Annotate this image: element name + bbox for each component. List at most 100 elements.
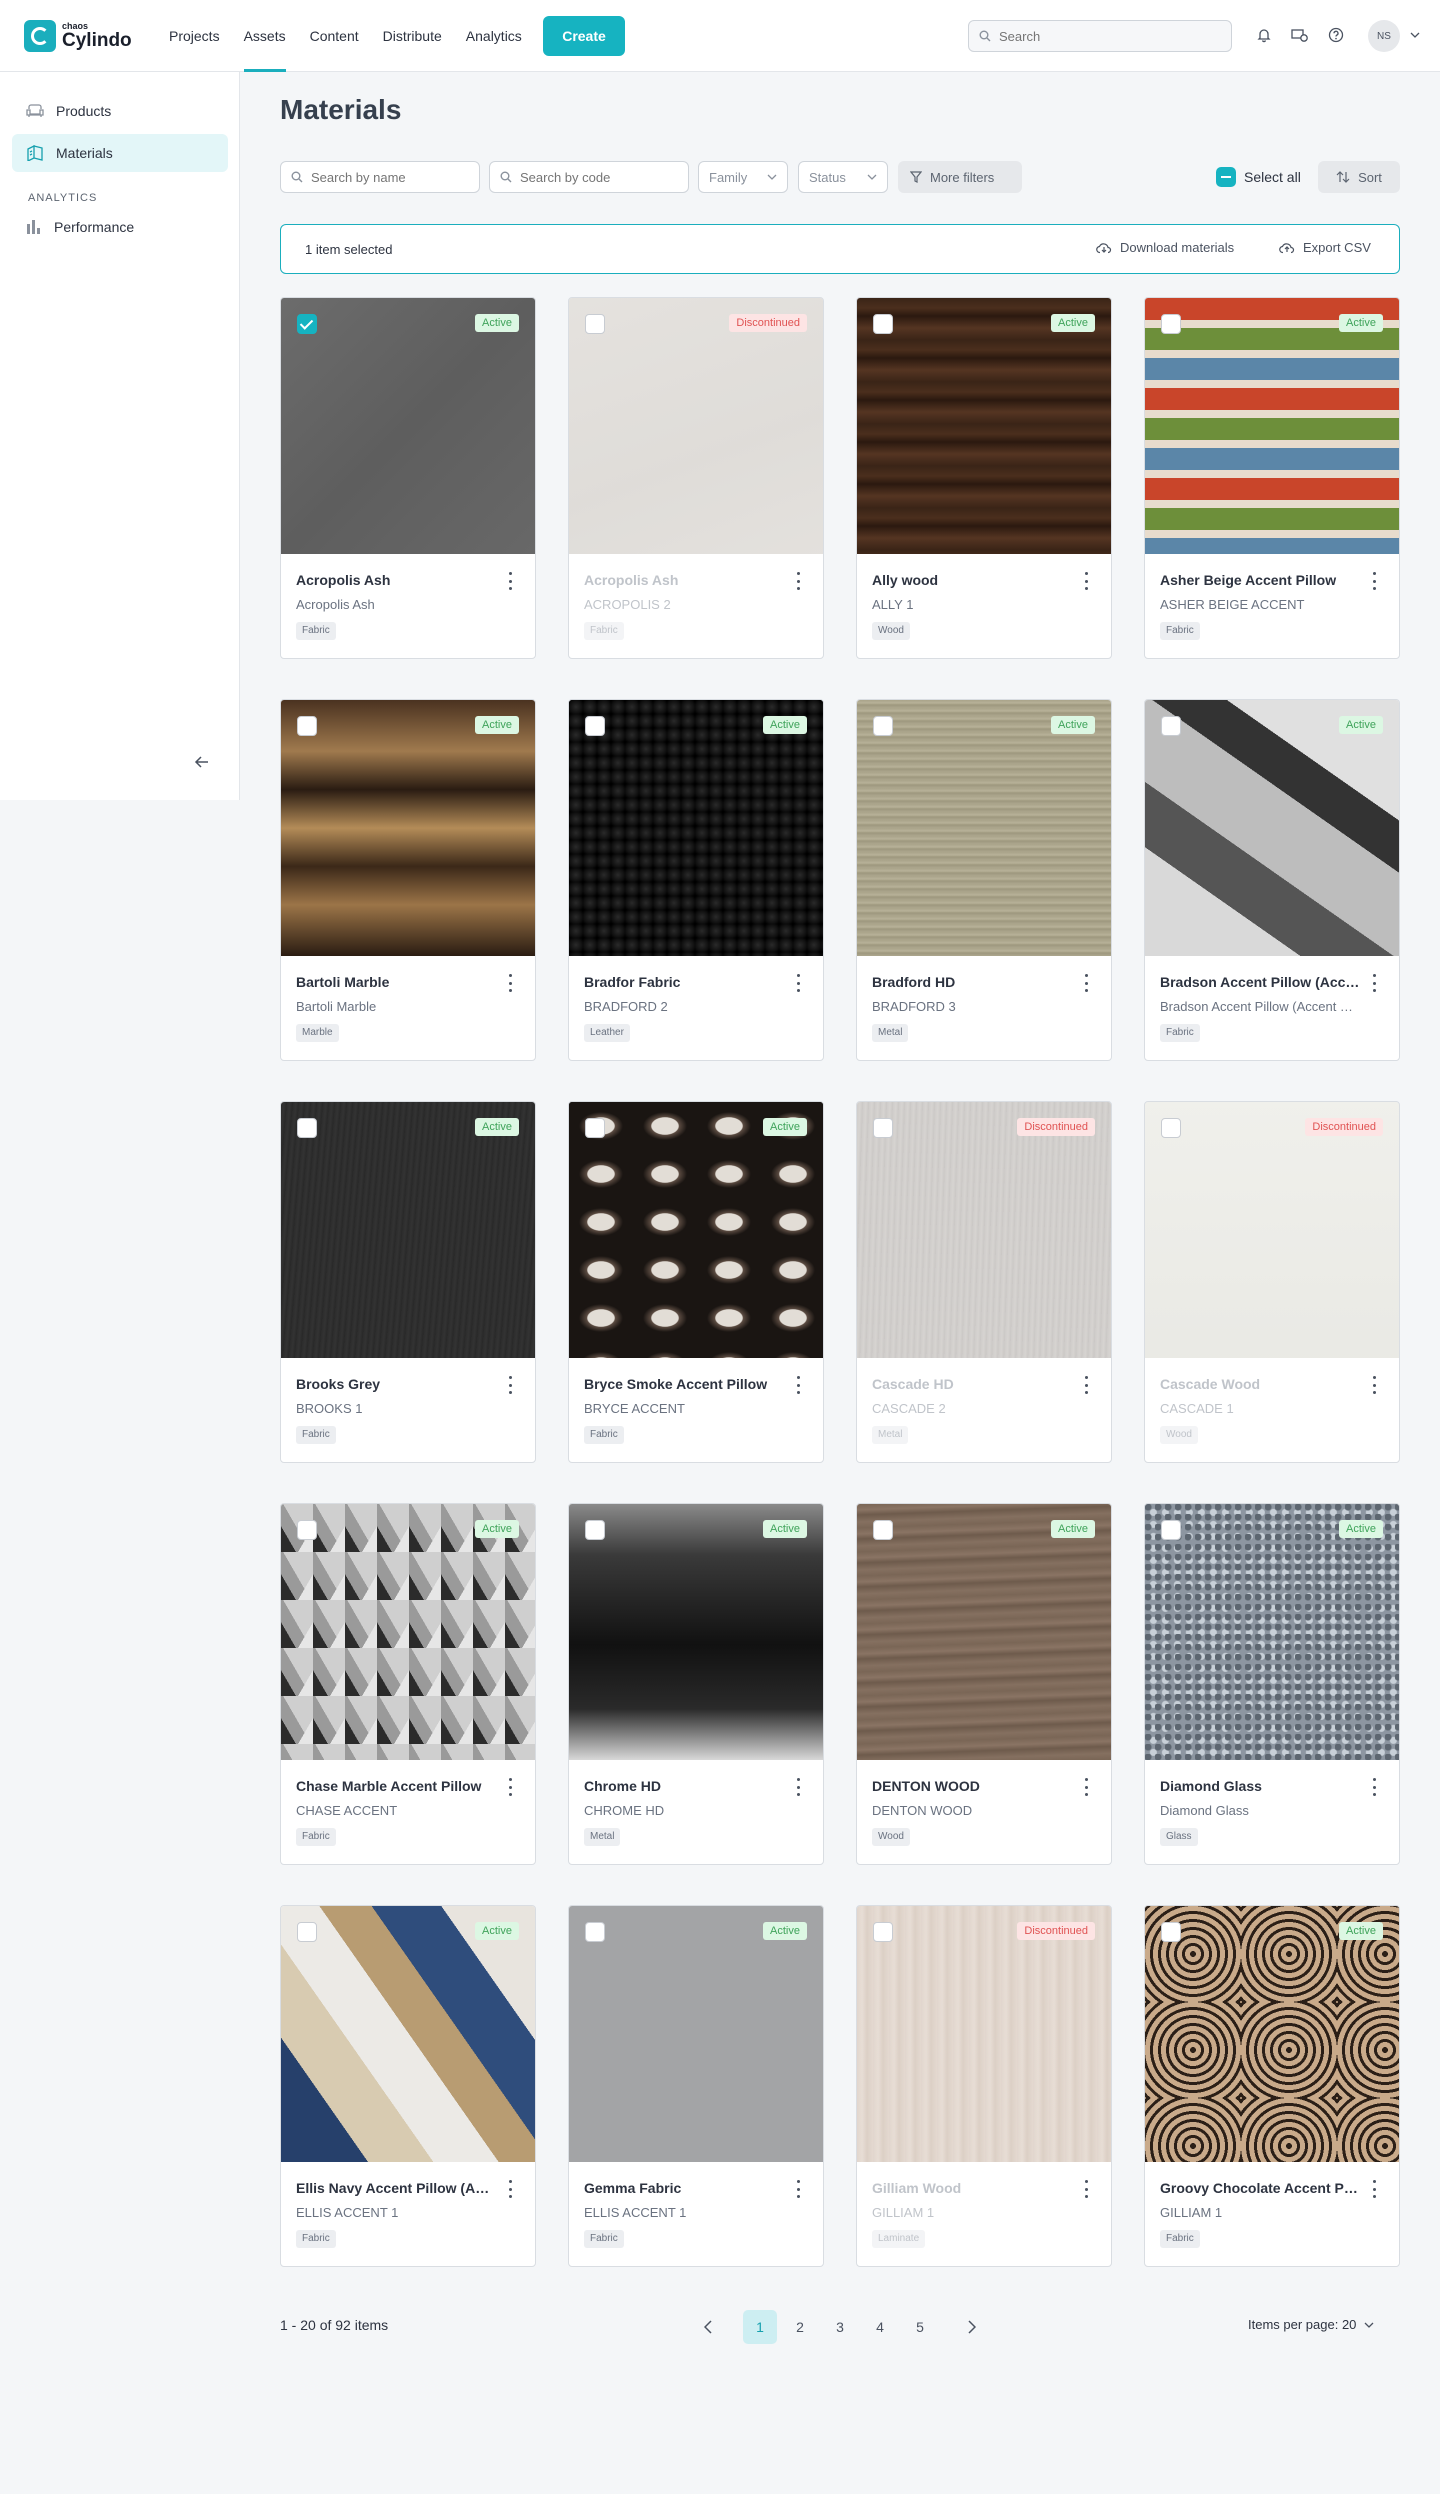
more-options-icon[interactable] — [795, 2180, 801, 2198]
name-search-input[interactable] — [311, 169, 461, 185]
more-options-icon[interactable] — [1083, 1778, 1089, 1796]
material-code: CASCADE 2 — [872, 1401, 946, 1416]
nav-distribute[interactable]: Distribute — [371, 0, 454, 72]
collapse-sidebar-arrow-icon[interactable] — [193, 753, 215, 775]
card-checkbox[interactable] — [873, 1922, 893, 1942]
page-number-button[interactable]: 4 — [863, 2310, 897, 2344]
card-checkbox[interactable] — [585, 1922, 605, 1942]
material-card[interactable]: Active Diamond Glass Diamond Glass Glass — [1144, 1503, 1400, 1865]
more-options-icon[interactable] — [1083, 974, 1089, 992]
more-options-icon[interactable] — [1371, 974, 1377, 992]
material-code: ASHER BEIGE ACCENT — [1160, 597, 1305, 612]
card-checkbox[interactable] — [1161, 314, 1181, 334]
card-checkbox[interactable] — [585, 716, 605, 736]
material-card[interactable]: Active Gemma Fabric ELLIS ACCENT 1 Fabri… — [568, 1905, 824, 2267]
page-number-button[interactable]: 1 — [743, 2310, 777, 2344]
material-card[interactable]: Active DENTON WOOD DENTON WOOD Wood — [856, 1503, 1112, 1865]
nav-analytics[interactable]: Analytics — [454, 0, 534, 72]
select-all-checkbox[interactable] — [1216, 167, 1236, 187]
code-search-input[interactable] — [520, 169, 670, 185]
card-checkbox[interactable] — [873, 716, 893, 736]
material-card[interactable]: Active Bradson Accent Pillow (Accent Pil… — [1144, 699, 1400, 1061]
material-card[interactable]: Active Ally wood ALLY 1 Wood — [856, 297, 1112, 659]
chevron-down-icon[interactable] — [1404, 24, 1426, 46]
export-csv-button[interactable]: Export CSV — [1279, 240, 1371, 255]
previous-page-chevron-icon[interactable] — [691, 2310, 725, 2344]
more-options-icon[interactable] — [507, 1778, 513, 1796]
more-options-icon[interactable] — [795, 974, 801, 992]
status-dropdown[interactable]: Status — [798, 161, 888, 193]
more-options-icon[interactable] — [507, 572, 513, 590]
bar-chart-icon — [27, 220, 40, 234]
card-checkbox[interactable] — [1161, 1118, 1181, 1138]
items-per-page-select[interactable]: Items per page: 20 — [1248, 2317, 1374, 2332]
more-options-icon[interactable] — [507, 974, 513, 992]
nav-projects[interactable]: Projects — [157, 0, 232, 72]
family-dropdown[interactable]: Family — [698, 161, 788, 193]
download-materials-button[interactable]: Download materials — [1096, 240, 1234, 255]
card-checkbox[interactable] — [585, 314, 605, 334]
card-checkbox[interactable] — [297, 1118, 317, 1138]
more-options-icon[interactable] — [1083, 1376, 1089, 1394]
material-code: BRYCE ACCENT — [584, 1401, 685, 1416]
sidebar-item-performance[interactable]: Performance — [12, 208, 228, 246]
notifications-list-icon[interactable] — [1289, 24, 1311, 46]
material-card[interactable]: Active Chrome HD CHROME HD Metal — [568, 1503, 824, 1865]
material-card[interactable]: Active Acropolis Ash Acropolis Ash Fabri… — [280, 297, 536, 659]
sidebar-item-products[interactable]: Products — [12, 92, 228, 130]
material-card[interactable]: Active Bradford HD BRADFORD 3 Metal — [856, 699, 1112, 1061]
material-card[interactable]: Active Brooks Grey BROOKS 1 Fabric — [280, 1101, 536, 1463]
card-checkbox[interactable] — [1161, 716, 1181, 736]
card-checkbox[interactable] — [585, 1118, 605, 1138]
more-options-icon[interactable] — [1371, 572, 1377, 590]
global-search-input[interactable] — [999, 28, 1199, 44]
sidebar-item-materials[interactable]: Materials — [12, 134, 228, 172]
nav-assets[interactable]: Assets — [232, 0, 298, 72]
card-checkbox[interactable] — [1161, 1520, 1181, 1540]
sort-button[interactable]: Sort — [1318, 161, 1400, 193]
card-checkbox[interactable] — [297, 1520, 317, 1540]
select-all-control[interactable]: Select all — [1216, 167, 1301, 187]
page-number-button[interactable]: 2 — [783, 2310, 817, 2344]
more-options-icon[interactable] — [1371, 2180, 1377, 2198]
page-number-button[interactable]: 5 — [903, 2310, 937, 2344]
card-checkbox[interactable] — [873, 1520, 893, 1540]
card-checkbox[interactable] — [873, 1118, 893, 1138]
cylindo-logo[interactable]: chaos Cylindo — [24, 20, 132, 52]
material-card[interactable]: Discontinued Cascade Wood CASCADE 1 Wood — [1144, 1101, 1400, 1463]
user-avatar[interactable]: NS — [1368, 20, 1400, 52]
nav-content[interactable]: Content — [298, 0, 371, 72]
material-card[interactable]: Active Bradfor Fabric BRADFORD 2 Leather — [568, 699, 824, 1061]
more-options-icon[interactable] — [1371, 1778, 1377, 1796]
card-checkbox[interactable] — [585, 1520, 605, 1540]
material-card[interactable]: Discontinued Cascade HD CASCADE 2 Metal — [856, 1101, 1112, 1463]
more-options-icon[interactable] — [1371, 1376, 1377, 1394]
bell-icon[interactable] — [1253, 24, 1275, 46]
create-button[interactable]: Create — [543, 16, 625, 56]
card-checkbox[interactable] — [873, 314, 893, 334]
material-card[interactable]: Discontinued Acropolis Ash ACROPOLIS 2 F… — [568, 297, 824, 659]
material-card[interactable]: Active Bryce Smoke Accent Pillow BRYCE A… — [568, 1101, 824, 1463]
more-options-icon[interactable] — [1083, 572, 1089, 590]
material-card[interactable]: Active Ellis Navy Accent Pillow (Accent … — [280, 1905, 536, 2267]
card-checkbox[interactable] — [297, 314, 317, 334]
card-checkbox[interactable] — [1161, 1922, 1181, 1942]
status-badge: Active — [475, 716, 519, 734]
next-page-chevron-icon[interactable] — [955, 2310, 989, 2344]
material-card[interactable]: Active Chase Marble Accent Pillow CHASE … — [280, 1503, 536, 1865]
material-card[interactable]: Active Asher Beige Accent Pillow ASHER B… — [1144, 297, 1400, 659]
page-number-button[interactable]: 3 — [823, 2310, 857, 2344]
more-options-icon[interactable] — [795, 572, 801, 590]
help-icon[interactable] — [1325, 24, 1347, 46]
card-checkbox[interactable] — [297, 716, 317, 736]
material-card[interactable]: Active Groovy Chocolate Accent Pillow GI… — [1144, 1905, 1400, 2267]
more-options-icon[interactable] — [795, 1376, 801, 1394]
material-card[interactable]: Discontinued Gilliam Wood GILLIAM 1 Lami… — [856, 1905, 1112, 2267]
card-checkbox[interactable] — [297, 1922, 317, 1942]
more-options-icon[interactable] — [1083, 2180, 1089, 2198]
more-filters-button[interactable]: More filters — [898, 161, 1022, 193]
more-options-icon[interactable] — [507, 2180, 513, 2198]
more-options-icon[interactable] — [507, 1376, 513, 1394]
material-card[interactable]: Active Bartoli Marble Bartoli Marble Mar… — [280, 699, 536, 1061]
more-options-icon[interactable] — [795, 1778, 801, 1796]
